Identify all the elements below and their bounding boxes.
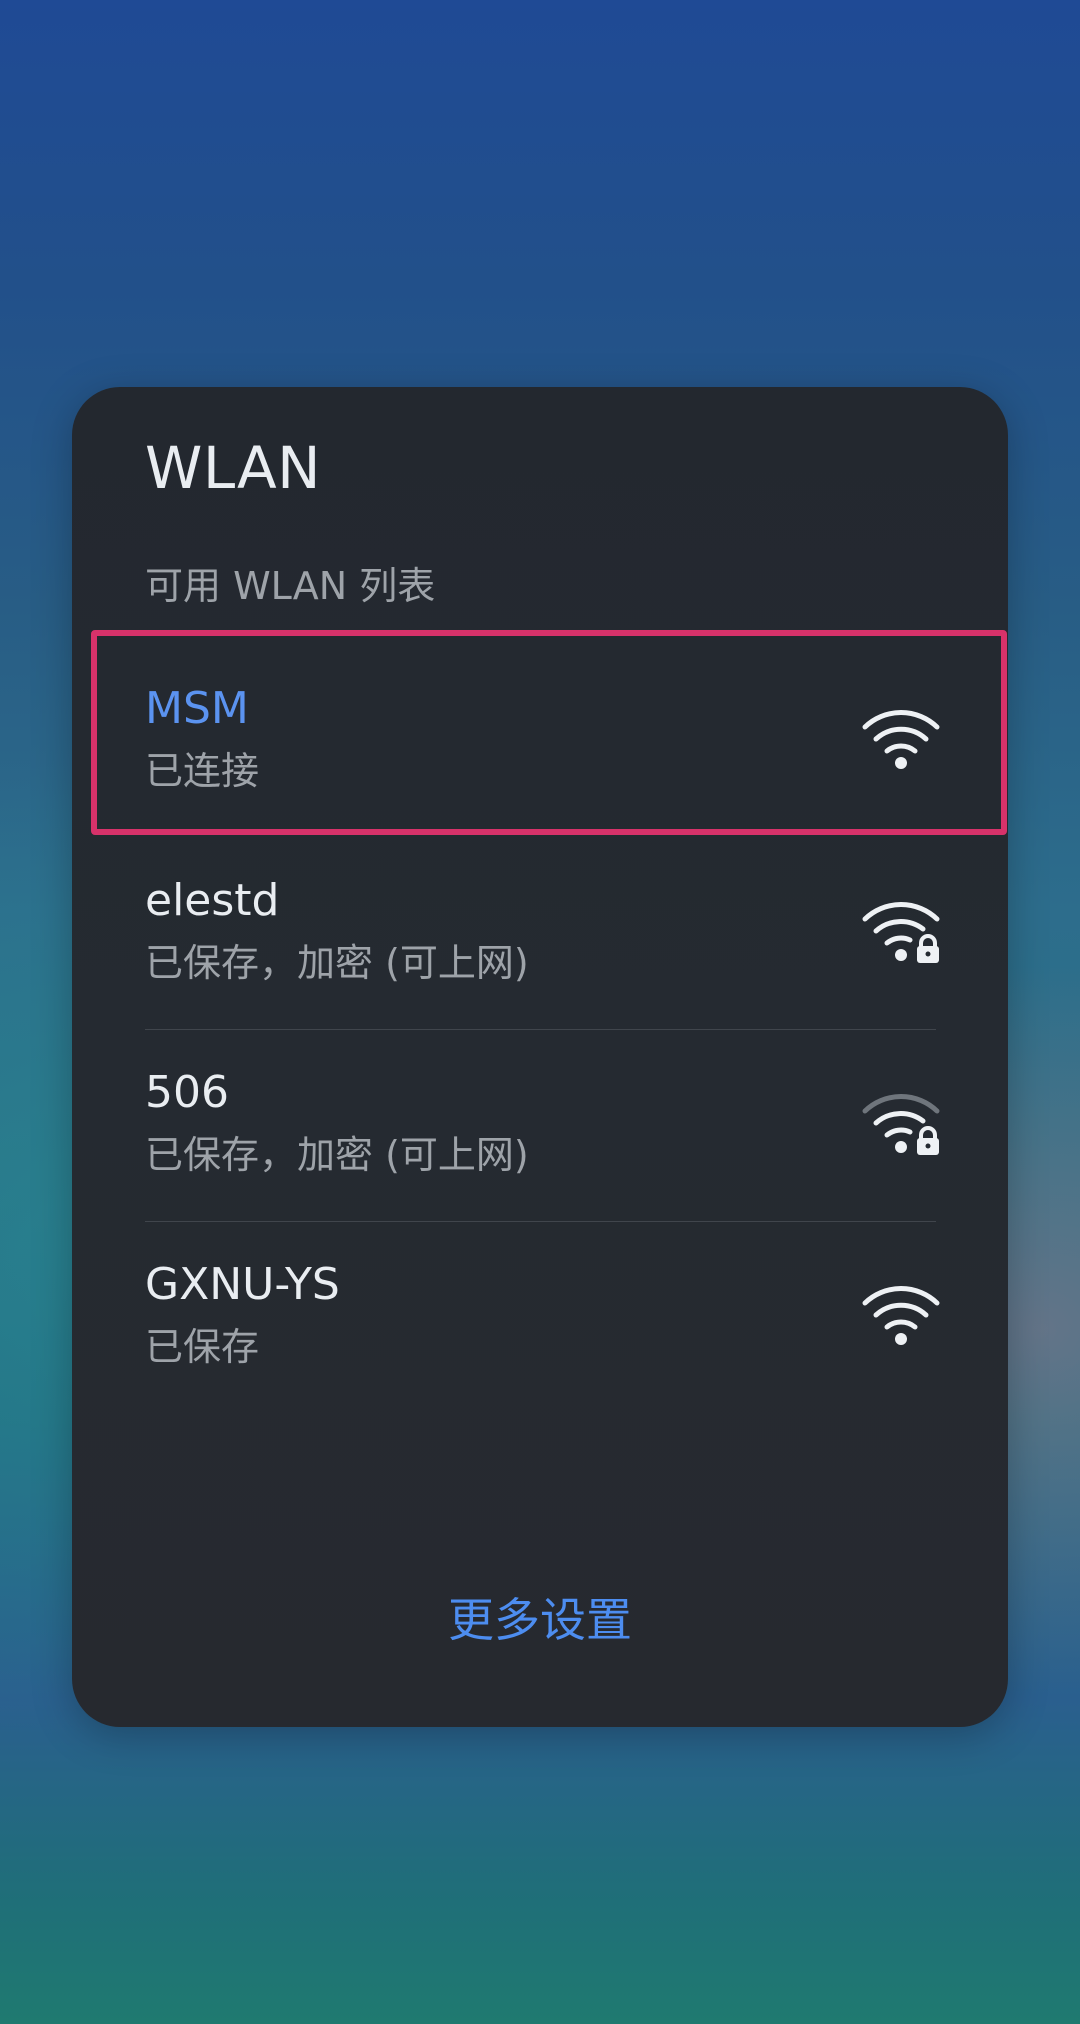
network-status: 已保存，加密 (可上网): [145, 1133, 529, 1177]
available-networks-header: 可用 WLAN 列表: [145, 564, 436, 608]
network-name: 506: [145, 1067, 229, 1118]
dialog-title: WLAN: [145, 434, 322, 502]
more-settings-button[interactable]: 更多设置: [72, 1590, 1008, 1650]
network-status: 已保存，加密 (可上网): [145, 941, 529, 985]
network-status: 已保存: [145, 1325, 260, 1369]
network-name: GXNU-YS: [145, 1259, 340, 1310]
wifi-lock-icon: [862, 1094, 940, 1155]
network-item-506[interactable]: 506 已保存，加密 (可上网): [72, 1027, 1008, 1219]
wifi-icon: [862, 1286, 940, 1345]
selection-highlight: [91, 630, 1007, 835]
network-item-elestd[interactable]: elestd 已保存，加密 (可上网): [72, 835, 1008, 1027]
network-item-gxnu-ys[interactable]: GXNU-YS 已保存: [72, 1219, 1008, 1411]
wifi-lock-icon: [862, 902, 940, 963]
network-name: elestd: [145, 875, 280, 926]
